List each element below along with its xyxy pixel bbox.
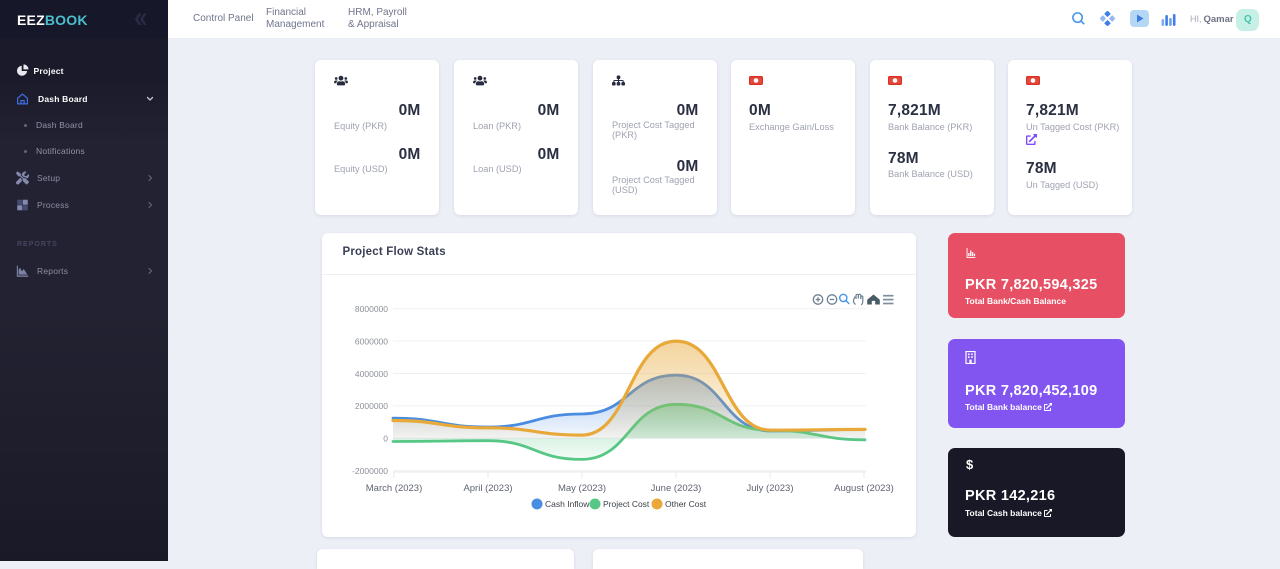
- svg-text:July (2023): July (2023): [747, 483, 794, 494]
- svg-text:2000000: 2000000: [355, 401, 388, 411]
- svg-text:August (2023): August (2023): [834, 483, 894, 494]
- svg-text:Other Cost: Other Cost: [665, 499, 707, 509]
- svg-text:April (2023): April (2023): [463, 483, 512, 494]
- svg-text:Cash Inflow: Cash Inflow: [545, 499, 590, 509]
- svg-text:6000000: 6000000: [355, 336, 388, 346]
- svg-text:June (2023): June (2023): [651, 483, 702, 494]
- svg-text:0: 0: [383, 434, 388, 444]
- svg-text:-2000000: -2000000: [352, 466, 388, 476]
- svg-text:March (2023): March (2023): [366, 483, 423, 494]
- svg-text:Project Cost: Project Cost: [603, 499, 650, 509]
- svg-text:8000000: 8000000: [355, 304, 388, 314]
- svg-text:4000000: 4000000: [355, 369, 388, 379]
- svg-text:May (2023): May (2023): [558, 483, 606, 494]
